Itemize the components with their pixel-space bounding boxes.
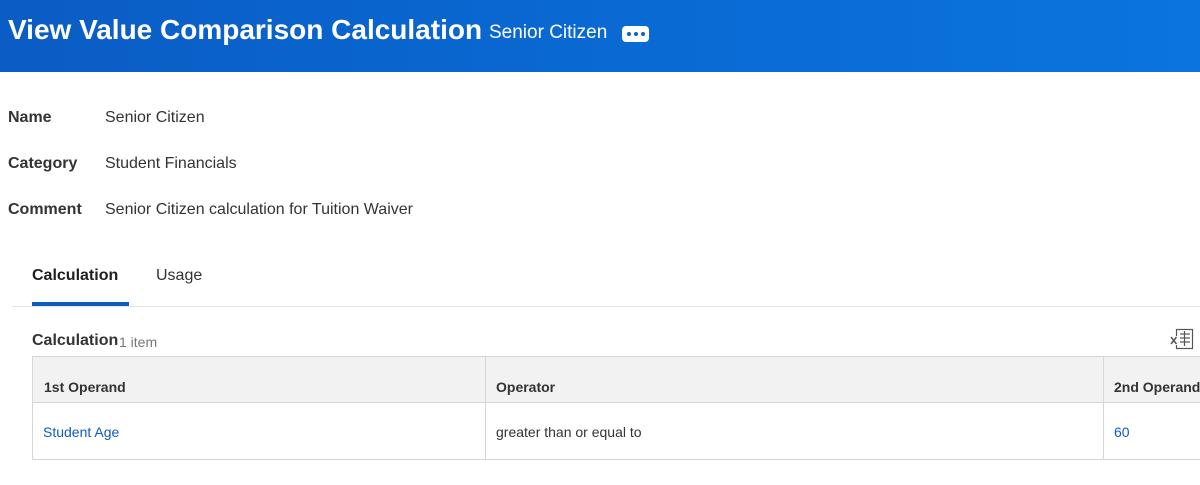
field-label-name: Name <box>8 109 52 126</box>
field-label-comment: Comment <box>8 201 82 218</box>
table-cell-operator: greater than or equal to <box>496 424 642 440</box>
column-divider <box>485 357 486 459</box>
column-header-2nd-operand: 2nd Operand <box>1114 379 1200 395</box>
section-title: Calculation <box>32 332 119 349</box>
field-label-category: Category <box>8 155 78 172</box>
tab-calculation[interactable]: Calculation <box>32 267 118 285</box>
more-horizontal-icon-dot <box>640 32 645 36</box>
field-value-comment: Senior Citizen calculation for Tuition W… <box>105 201 413 218</box>
page-title: View Value Comparison Calculation <box>8 14 483 45</box>
related-actions-button[interactable] <box>622 26 649 42</box>
column-header-1st-operand: 1st Operand <box>44 379 126 395</box>
item-count: 1 item <box>119 334 158 350</box>
field-value-name: Senior Citizen <box>105 109 205 126</box>
calculation-table: 1st Operand Operator 2nd Operand Student… <box>32 356 1200 460</box>
active-tab-indicator <box>32 302 129 306</box>
export-to-excel-icon[interactable] <box>1170 328 1194 350</box>
more-horizontal-icon <box>626 32 631 36</box>
more-horizontal-icon-dot <box>633 32 638 36</box>
table-header-row <box>33 357 1200 403</box>
export-to-excel-icon-graphic <box>1170 328 1194 350</box>
page-header: View Value Comparison Calculation Senior… <box>0 0 1200 72</box>
tab-usage[interactable]: Usage <box>156 267 202 285</box>
table-cell-1st-operand-link[interactable]: Student Age <box>43 424 119 440</box>
table-cell-2nd-operand-link[interactable]: 60 <box>1114 424 1130 440</box>
field-value-category: Student Financials <box>105 155 237 172</box>
column-header-operator: Operator <box>496 379 556 395</box>
record-subtitle: Senior Citizen <box>489 22 608 43</box>
column-divider <box>1103 357 1104 459</box>
tab-bar: Calculation Usage <box>12 250 1200 307</box>
